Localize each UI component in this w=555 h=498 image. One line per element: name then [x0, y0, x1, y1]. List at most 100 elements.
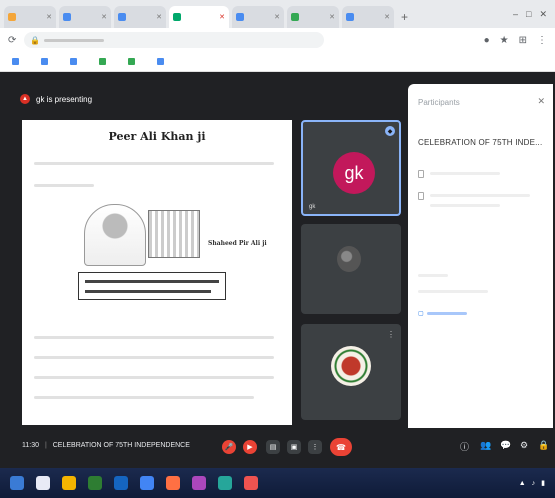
participant-tile[interactable] [301, 224, 401, 314]
maximize-icon[interactable]: □ [526, 9, 531, 20]
chat-icon[interactable]: 💬 [500, 440, 511, 451]
slide-text-line [34, 184, 94, 187]
bookmark-item[interactable] [157, 58, 164, 65]
clock-time: 11:30 [22, 442, 39, 449]
close-tab-icon[interactable]: ✕ [274, 13, 280, 21]
browser-address-bar: ⟳ 🔒 ● ★ ⊞ ⋮ [0, 28, 555, 52]
link-text-blurred [426, 312, 467, 315]
slide-text-line [34, 396, 254, 399]
close-window-icon[interactable]: ✕ [539, 9, 547, 20]
file-explorer-icon[interactable] [62, 476, 76, 490]
browser-tab[interactable]: ✕ [114, 6, 166, 28]
new-tab-icon[interactable]: + [397, 10, 412, 24]
tab-favicon-icon [118, 13, 126, 21]
bookmark-item[interactable] [99, 58, 106, 65]
app-icon[interactable] [166, 476, 180, 490]
browser-toolbar-icons: ● ★ ⊞ ⋮ [484, 35, 547, 46]
portrait-caption: Shaheed Pir Ali ji [208, 240, 267, 247]
browser-tab[interactable]: ✕ [232, 6, 284, 28]
presenting-indicator: ▲ gk is presenting [20, 94, 92, 104]
extensions-icon[interactable]: ⊞ [519, 35, 527, 46]
search-icon[interactable] [36, 476, 50, 490]
slide-text-line [34, 376, 274, 379]
screen: ✕ ✕ ✕ ✕ ✕ ✕ ✕ + – □ ✕ ⟳ 🔒 ● ★ ⊞ ⋮ ▲ gk i… [0, 0, 555, 498]
participant-name: gk [309, 204, 316, 210]
browser-tab[interactable]: ✕ [287, 6, 339, 28]
presentation-slide: Peer Ali Khan ji Shaheed Pir Ali ji [22, 120, 292, 425]
battery-icon[interactable]: ▮ [541, 479, 545, 487]
panel-link[interactable]: ▢ [418, 310, 467, 317]
browser-tab[interactable]: ✕ [59, 6, 111, 28]
url-input[interactable]: 🔒 [24, 32, 325, 48]
close-tab-icon[interactable]: ✕ [156, 13, 162, 21]
slide-text-line [34, 336, 274, 339]
quote-line [85, 290, 211, 293]
bookmark-item[interactable] [12, 58, 19, 65]
side-panel: Participants ✕ CELEBRATION OF 75TH INDE.… [408, 84, 553, 468]
people-icon[interactable]: 👥 [480, 440, 491, 451]
close-tab-icon[interactable]: ✕ [219, 13, 225, 21]
close-tab-icon[interactable]: ✕ [101, 13, 107, 21]
browser-tab[interactable]: ✕ [4, 6, 56, 28]
panel-text-line [418, 274, 448, 277]
activities-icon[interactable]: ⚙ [520, 440, 528, 451]
pin-icon[interactable]: ◆ [385, 126, 395, 136]
bookmark-item[interactable] [128, 58, 135, 65]
panel-text-line [430, 194, 530, 197]
tab-favicon-icon [8, 13, 16, 21]
chrome-icon[interactable] [140, 476, 154, 490]
bookmark-item[interactable] [70, 58, 77, 65]
system-tray: ▲ ♪ ▮ [519, 479, 545, 488]
app-icon[interactable] [244, 476, 258, 490]
bookmarks-bar [0, 52, 555, 72]
start-icon[interactable] [10, 476, 24, 490]
bookmark-icon [41, 58, 48, 65]
participant-tile[interactable]: ⋮ [301, 324, 401, 420]
panel-text-line [430, 172, 500, 175]
minimize-icon[interactable]: – [513, 9, 518, 20]
slide-text-line [34, 162, 274, 165]
os-taskbar: ▲ ♪ ▮ [0, 468, 555, 498]
mic-off-button[interactable]: 🎤 [222, 440, 236, 454]
more-options-icon[interactable]: ⋮ [387, 330, 395, 339]
info-icon[interactable]: ⓘ [460, 440, 469, 453]
share-icon[interactable]: ● [484, 35, 490, 46]
link-icon: ▢ [418, 311, 424, 317]
app-icon[interactable] [192, 476, 206, 490]
bookmark-icon [99, 58, 106, 65]
portrait-image [84, 204, 146, 266]
bookmark-star-icon[interactable]: ★ [500, 35, 509, 46]
participant-video [337, 246, 361, 272]
menu-icon[interactable]: ⋮ [537, 35, 547, 46]
word-icon[interactable] [114, 476, 128, 490]
host-controls-icon[interactable]: 🔒 [538, 440, 549, 451]
bookmark-icon [12, 58, 19, 65]
emblem-image [331, 346, 371, 386]
app-icon[interactable] [218, 476, 232, 490]
reload-icon[interactable]: ⟳ [8, 35, 16, 46]
quote-line [85, 280, 219, 283]
copy-icon[interactable] [418, 170, 424, 178]
browser-tab[interactable]: ✕ [342, 6, 394, 28]
captions-button[interactable]: ▤ [266, 440, 280, 454]
close-tab-icon[interactable]: ✕ [46, 13, 52, 21]
tab-favicon-icon [346, 13, 354, 21]
meet-stage: ▲ gk is presenting Peer Ali Khan ji Shah… [0, 72, 555, 468]
camera-off-button[interactable]: ▶ [243, 440, 257, 454]
end-call-button[interactable]: ☎ [330, 438, 352, 456]
participant-tile[interactable]: gk ◆ gk [301, 120, 401, 216]
browser-tab-strip: ✕ ✕ ✕ ✕ ✕ ✕ ✕ + – □ ✕ [0, 0, 555, 28]
more-options-button[interactable]: ⋮ [308, 440, 322, 454]
close-tab-icon[interactable]: ✕ [384, 13, 390, 21]
volume-icon[interactable]: ♪ [532, 480, 536, 487]
lock-icon: 🔒 [30, 35, 41, 45]
excel-icon[interactable] [88, 476, 102, 490]
browser-tab-active[interactable]: ✕ [169, 6, 229, 28]
close-tab-icon[interactable]: ✕ [329, 13, 335, 21]
url-text-blurred [44, 38, 105, 42]
bookmark-item[interactable] [41, 58, 48, 65]
present-button[interactable]: ▣ [287, 440, 301, 454]
panel-header: Participants [418, 98, 460, 107]
network-icon[interactable]: ▲ [519, 480, 526, 487]
close-icon[interactable]: ✕ [537, 96, 545, 107]
